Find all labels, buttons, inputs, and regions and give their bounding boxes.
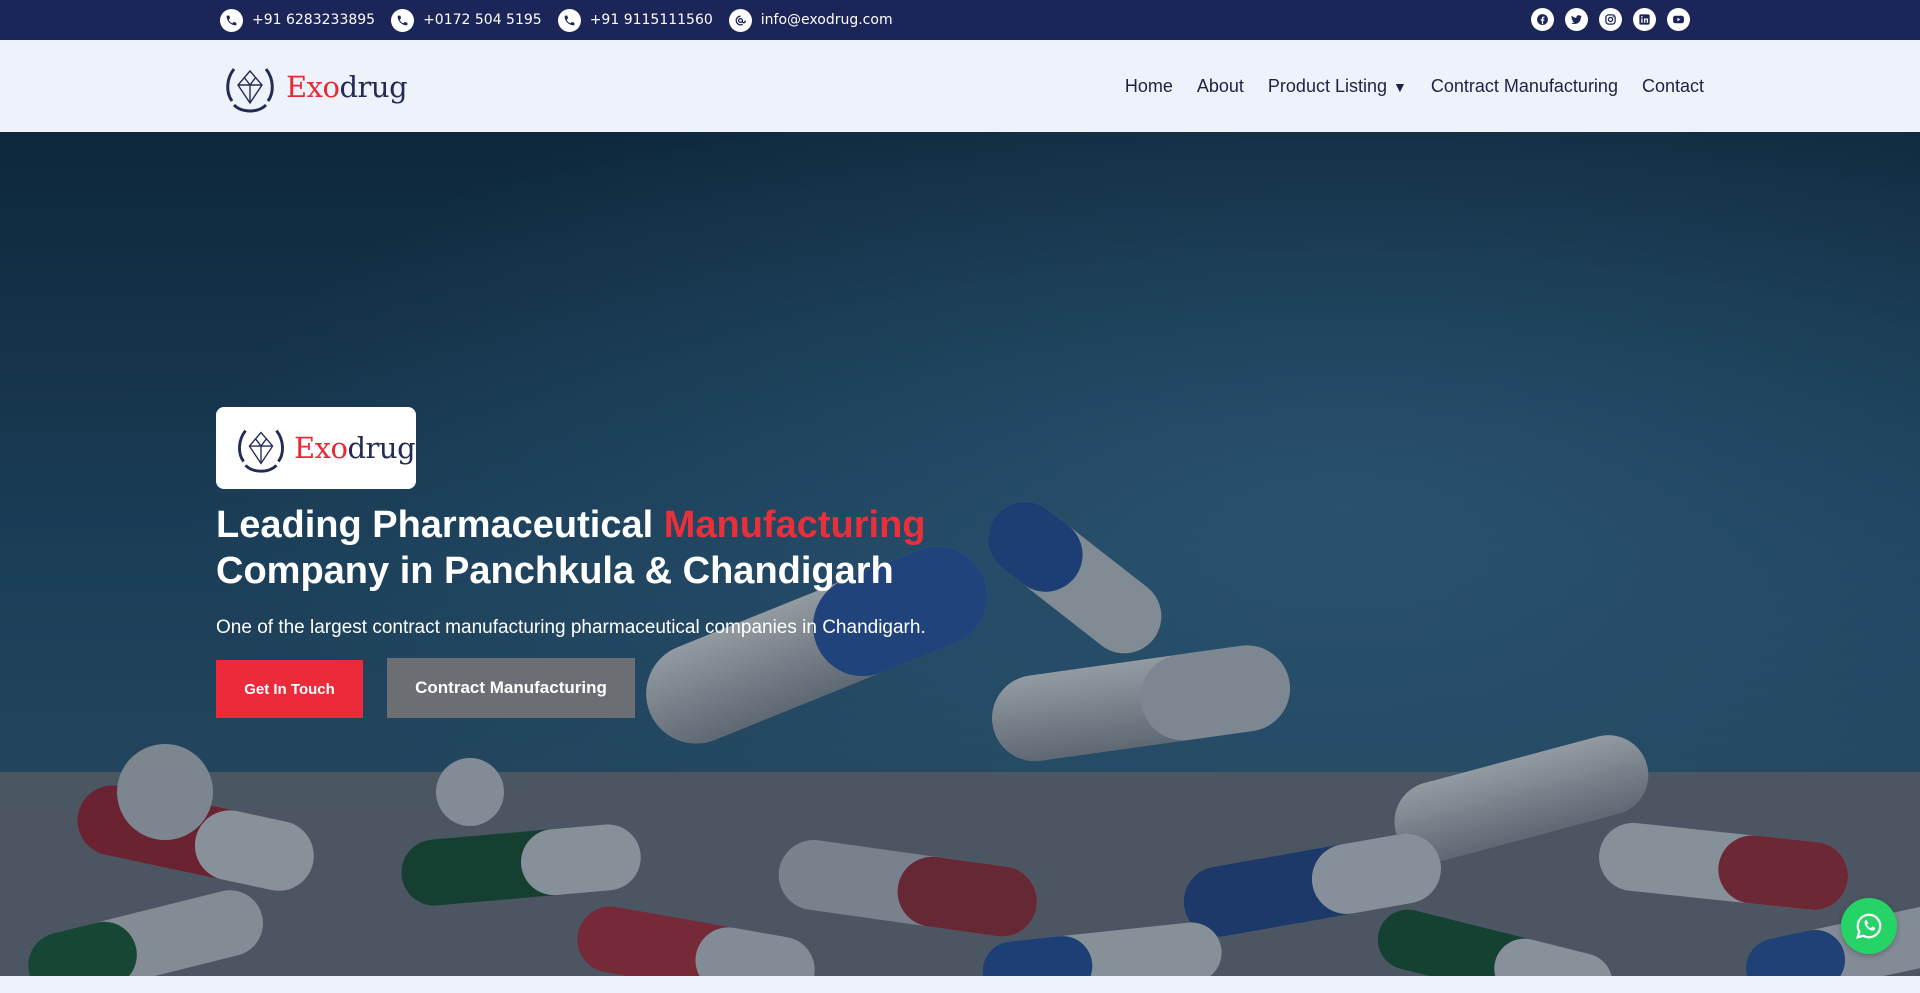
laurel-diamond-logo-icon	[226, 68, 274, 113]
contact-list: +91 6283233895 +0172 504 5195 +91 911511…	[220, 0, 909, 40]
linkedin-icon[interactable]	[1633, 8, 1656, 31]
site-header: Exodrug Home About Product Listing ▼ Cont…	[0, 40, 1920, 132]
chevron-down-icon: ▼	[1393, 78, 1407, 95]
contact-phone-3-text: +91 9115111560	[589, 12, 713, 28]
contact-email-text: info@exodrug.com	[760, 12, 893, 28]
nav-contract-manufacturing[interactable]: Contract Manufacturing	[1431, 76, 1618, 97]
social-links	[1531, 8, 1701, 31]
twitter-icon[interactable]	[1565, 8, 1588, 31]
hero-logo-wordmark: Exodrug	[294, 431, 416, 465]
site-logo[interactable]: Exodrug	[220, 57, 408, 117]
page-bottom-strip	[0, 976, 1920, 993]
hero-subtitle: One of the largest contract manufacturin…	[216, 617, 926, 638]
contact-phone-1[interactable]: +91 6283233895	[220, 8, 376, 32]
email-icon	[728, 8, 752, 32]
contract-manufacturing-button[interactable]: Contract Manufacturing	[387, 658, 635, 718]
contact-phone-2-text: +0172 504 5195	[423, 12, 542, 28]
top-contact-bar: +91 6283233895 +0172 504 5195 +91 911511…	[0, 0, 1920, 40]
contact-phone-3[interactable]: +91 9115111560	[557, 8, 713, 32]
phone-icon	[557, 8, 581, 32]
contact-phone-1-text: +91 6283233895	[252, 12, 376, 28]
instagram-icon[interactable]	[1599, 8, 1622, 31]
nav-product-listing[interactable]: Product Listing ▼	[1268, 76, 1407, 97]
youtube-icon[interactable]	[1667, 8, 1690, 31]
hero-section: Exodrug Leading Pharmaceutical Manufactu…	[0, 132, 1920, 976]
hero-title-highlight: Manufacturing	[663, 504, 926, 546]
hero-title-part1: Leading Pharmaceutical	[216, 504, 664, 546]
laurel-diamond-logo-icon	[238, 429, 284, 473]
main-nav: Home About Product Listing ▼ Contract Man…	[1101, 40, 1704, 132]
whatsapp-chat-button[interactable]	[1841, 898, 1897, 954]
get-in-touch-button[interactable]: Get In Touch	[216, 660, 363, 718]
whatsapp-icon	[1856, 913, 1882, 939]
logo-wordmark: Exodrug	[286, 70, 408, 104]
nav-product-listing-label: Product Listing	[1267, 75, 1387, 96]
nav-home[interactable]: Home	[1125, 76, 1173, 97]
nav-contact[interactable]: Contact	[1642, 76, 1704, 97]
phone-icon	[391, 8, 415, 32]
hero-title: Leading Pharmaceutical Manufacturing Com…	[216, 502, 1116, 594]
nav-about[interactable]: About	[1197, 76, 1244, 97]
facebook-icon[interactable]	[1531, 8, 1554, 31]
contact-email[interactable]: info@exodrug.com	[728, 8, 893, 32]
contact-phone-2[interactable]: +0172 504 5195	[391, 8, 542, 32]
phone-icon	[220, 8, 243, 32]
hero-logo-card: Exodrug	[216, 407, 416, 489]
hero-title-part2: Company in Panchkula & Chandigarh	[216, 550, 894, 592]
